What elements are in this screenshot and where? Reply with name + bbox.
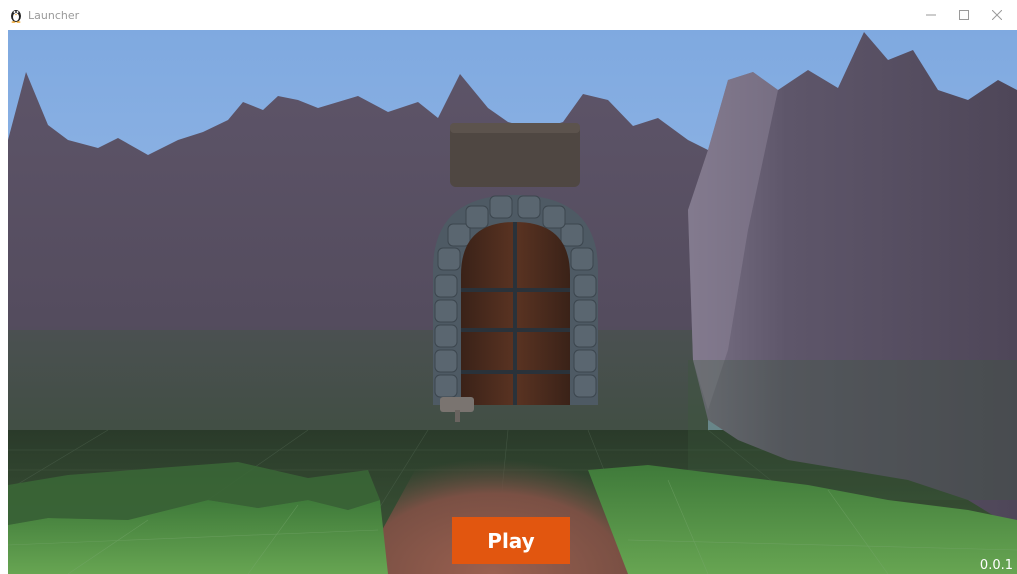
close-icon: [992, 10, 1002, 20]
minimize-icon: [926, 14, 936, 16]
play-button[interactable]: Play: [452, 517, 570, 564]
window-title: Launcher: [28, 9, 80, 22]
maximize-icon: [959, 10, 969, 20]
title-bar: Launcher: [0, 0, 1017, 30]
castle-scene: [8, 30, 1017, 574]
penguin-icon: [8, 7, 24, 23]
game-viewport[interactable]: [8, 30, 1017, 574]
close-button[interactable]: [977, 0, 1017, 30]
version-label: 0.0.1: [979, 558, 1013, 573]
